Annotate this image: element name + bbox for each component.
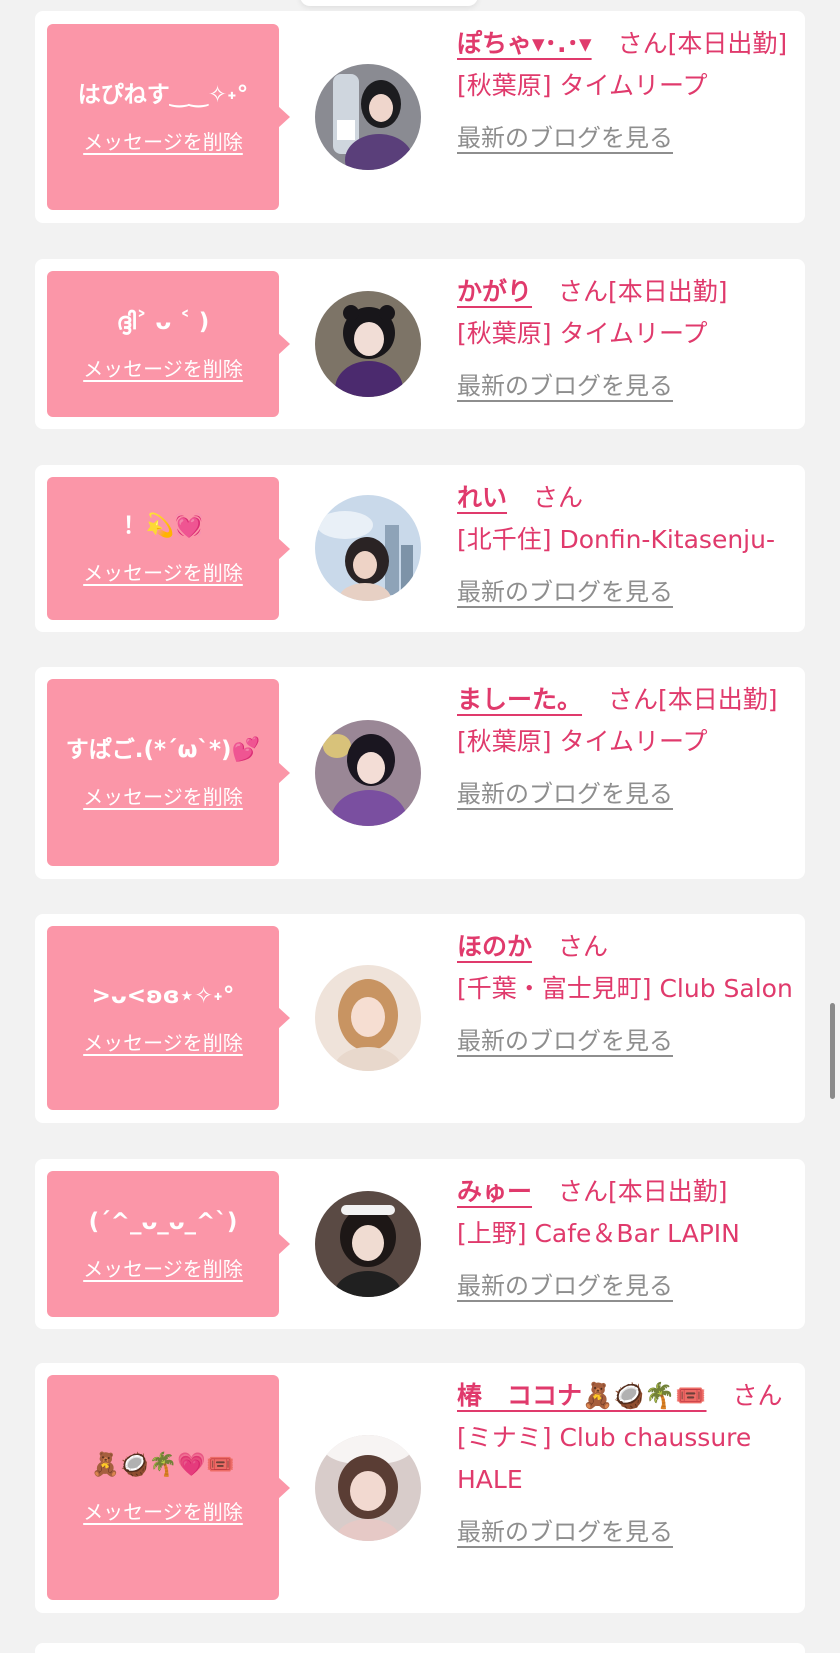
message-bubble: ！💫💓 メッセージを削除 xyxy=(47,477,290,620)
shop-name: [千葉・富士見町] Club Salon xyxy=(457,974,793,1003)
next-card-edge xyxy=(35,1643,805,1653)
favorite-cast-card: (ˊ^_ᴗ_ᴗ_^ˋ) メッセージを削除 みゅー さん[本日出勤] [上野] Ca… xyxy=(35,1159,805,1329)
honorific: さん xyxy=(617,29,668,58)
latest-blog-link[interactable]: 最新のブログを見る xyxy=(457,773,673,815)
cast-info: れい さん [北千住] Donfin-Kitasenju- 最新のブログを見る xyxy=(457,477,795,613)
attendance-tag: [本日出勤] xyxy=(658,685,778,714)
message-text: >ᴗ<ʚɞ⋆✧˖° xyxy=(91,982,235,1009)
message-text: (ˊ^_ᴗ_ᴗ_^ˋ) xyxy=(88,1208,238,1235)
attendance-tag: [本日出勤] xyxy=(608,277,728,306)
cast-photo-icon xyxy=(315,720,421,826)
cast-info: ほのか さん [千葉・富士見町] Club Salon 最新のブログを見る xyxy=(457,926,795,1062)
cast-avatar[interactable] xyxy=(315,64,421,170)
favorite-cast-card: はぴねす‿‿✧˖° メッセージを削除 ぽちゃ▾･.･▾ さん[本日出勤] [秋葉原… xyxy=(35,11,805,223)
cast-name-link[interactable]: 椿 ココナ🧸🥥🌴🎟️ xyxy=(457,1381,707,1410)
cast-avatar[interactable] xyxy=(315,720,421,826)
favorite-cast-card: すぱご.(*´ω`*)💕 メッセージを削除 ましーた。 さん[本日出勤] [秋葉原… xyxy=(35,667,805,879)
message-bubble: ദ്ദി˃ ᴗ ˂ ) メッセージを削除 xyxy=(47,271,290,417)
favorite-cast-card: 🧸🥥🌴💗🎟️ メッセージを削除 椿 ココナ🧸🥥🌴🎟️ さん [ミナミ] Club … xyxy=(35,1363,805,1613)
cast-name-link[interactable]: ほのか xyxy=(457,932,532,961)
cast-photo-icon xyxy=(315,965,421,1071)
latest-blog-link[interactable]: 最新のブログを見る xyxy=(457,1265,673,1307)
honorific: さん xyxy=(732,1381,783,1410)
cast-avatar[interactable] xyxy=(315,1435,421,1541)
latest-blog-link[interactable]: 最新のブログを見る xyxy=(457,1511,673,1553)
shop-name: [上野] Cafe＆Bar LAPIN xyxy=(457,1219,740,1248)
honorific: さん xyxy=(533,483,584,512)
delete-message-link[interactable]: メッセージを削除 xyxy=(83,1253,243,1282)
cast-info: ましーた。 さん[本日出勤] [秋葉原] タイムリープ 最新のブログを見る xyxy=(457,679,795,815)
cast-name-link[interactable]: ましーた。 xyxy=(457,685,582,714)
message-text: はぴねす‿‿✧˖° xyxy=(77,81,249,108)
cast-info: みゅー さん[本日出勤] [上野] Cafe＆Bar LAPIN 最新のブログを見… xyxy=(457,1171,795,1307)
cast-photo-icon xyxy=(315,291,421,397)
honorific: さん xyxy=(558,932,609,961)
cast-avatar[interactable] xyxy=(315,291,421,397)
delete-message-link[interactable]: メッセージを削除 xyxy=(83,557,243,586)
message-bubble: >ᴗ<ʚɞ⋆✧˖° メッセージを削除 xyxy=(47,926,290,1110)
honorific: さん xyxy=(558,1177,609,1206)
message-text: すぱご.(*´ω`*)💕 xyxy=(65,737,261,763)
shop-name: [北千住] Donfin-Kitasenju- xyxy=(457,525,775,554)
favorite-cast-card: >ᴗ<ʚɞ⋆✧˖° メッセージを削除 ほのか さん [千葉・富士見町] Club … xyxy=(35,914,805,1123)
honorific: さん xyxy=(558,277,609,306)
attendance-tag: [本日出勤] xyxy=(608,1177,728,1206)
delete-message-link[interactable]: メッセージを削除 xyxy=(83,353,243,382)
message-text: ！💫💓 xyxy=(122,513,204,539)
latest-blog-link[interactable]: 最新のブログを見る xyxy=(457,1020,673,1062)
favorite-cast-card: ！💫💓 メッセージを削除 れい さん [北千住] Donfin-Kitasenju… xyxy=(35,465,805,632)
cast-name-link[interactable]: かがり xyxy=(457,277,532,306)
latest-blog-link[interactable]: 最新のブログを見る xyxy=(457,117,673,159)
latest-blog-link[interactable]: 最新のブログを見る xyxy=(457,571,673,613)
shop-name: [秋葉原] タイムリープ xyxy=(457,727,708,756)
delete-message-link[interactable]: メッセージを削除 xyxy=(83,1027,243,1056)
cast-photo-icon xyxy=(315,64,421,170)
attendance-tag: [本日出勤] xyxy=(667,29,788,58)
top-tab-pill xyxy=(300,0,478,6)
cast-name-link[interactable]: ぽちゃ▾･.･▾ xyxy=(457,29,592,58)
cast-name-link[interactable]: れい xyxy=(457,483,507,512)
message-text: ദ്ദി˃ ᴗ ˂ ) xyxy=(116,308,210,335)
cast-name-link[interactable]: みゅー xyxy=(457,1177,532,1206)
cast-avatar[interactable] xyxy=(315,965,421,1071)
message-bubble: すぱご.(*´ω`*)💕 メッセージを削除 xyxy=(47,679,290,866)
scrollbar[interactable] xyxy=(830,1003,835,1099)
shop-name: [秋葉原] タイムリープ xyxy=(457,319,708,348)
delete-message-link[interactable]: メッセージを削除 xyxy=(83,1496,243,1525)
cast-photo-icon xyxy=(315,495,421,601)
cast-photo-icon xyxy=(315,1191,421,1297)
cast-info: ぽちゃ▾･.･▾ さん[本日出勤] [秋葉原] タイムリープ 最新のブログを見る xyxy=(457,23,795,159)
cast-photo-icon xyxy=(315,1435,421,1541)
cast-info: 椿 ココナ🧸🥥🌴🎟️ さん [ミナミ] Club chaussure HALE 最… xyxy=(457,1375,795,1553)
latest-blog-link[interactable]: 最新のブログを見る xyxy=(457,365,673,407)
shop-name: [ミナミ] Club chaussure HALE xyxy=(457,1423,752,1494)
honorific: さん xyxy=(608,685,659,714)
message-text: 🧸🥥🌴💗🎟️ xyxy=(91,1452,235,1478)
cast-avatar[interactable] xyxy=(315,1191,421,1297)
message-bubble: はぴねす‿‿✧˖° メッセージを削除 xyxy=(47,24,290,210)
cast-avatar[interactable] xyxy=(315,495,421,601)
shop-name: [秋葉原] タイムリープ xyxy=(457,71,708,100)
message-bubble: (ˊ^_ᴗ_ᴗ_^ˋ) メッセージを削除 xyxy=(47,1171,290,1317)
favorite-cast-card: ദ്ദി˃ ᴗ ˂ ) メッセージを削除 かがり さん[本日出勤] [秋葉原] タ… xyxy=(35,259,805,429)
delete-message-link[interactable]: メッセージを削除 xyxy=(83,781,243,810)
cast-info: かがり さん[本日出勤] [秋葉原] タイムリープ 最新のブログを見る xyxy=(457,271,795,407)
delete-message-link[interactable]: メッセージを削除 xyxy=(83,126,243,155)
message-bubble: 🧸🥥🌴💗🎟️ メッセージを削除 xyxy=(47,1375,290,1600)
